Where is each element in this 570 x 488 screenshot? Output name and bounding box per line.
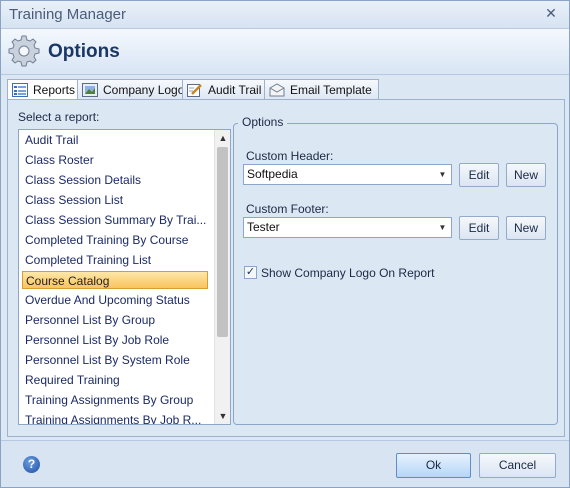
reports-panel: Select a report: Audit Trail Class Roste…: [7, 99, 565, 437]
list-item[interactable]: Training Assignments By Group: [22, 391, 208, 409]
tab-label: Company Logo: [103, 83, 185, 97]
custom-footer-value: Tester: [247, 220, 280, 234]
footer-new-button[interactable]: New: [506, 216, 546, 240]
list-item[interactable]: Personnel List By Job Role: [22, 331, 208, 349]
list-item[interactable]: Training Assignments By Job R...: [22, 411, 208, 424]
list-item[interactable]: Personnel List By Group: [22, 311, 208, 329]
dialog-header: Options: [1, 29, 569, 75]
custom-footer-combo[interactable]: Tester ▼: [243, 217, 452, 238]
options-dialog: Training Manager ✕ Options Reports Compa…: [0, 0, 570, 488]
gear-icon: [8, 35, 40, 67]
list-item[interactable]: Required Training: [22, 371, 208, 389]
tab-audit-trail[interactable]: Audit Trail: [182, 79, 269, 100]
tab-company-logo[interactable]: Company Logo: [77, 79, 192, 100]
pencil-note-icon: [187, 84, 202, 97]
scroll-down-icon[interactable]: ▼: [215, 408, 230, 424]
close-icon[interactable]: ✕: [543, 5, 559, 21]
list-item[interactable]: Overdue And Upcoming Status: [22, 291, 208, 309]
custom-header-label: Custom Header:: [246, 149, 334, 163]
report-list[interactable]: Audit Trail Class Roster Class Session D…: [18, 129, 231, 425]
chevron-down-icon[interactable]: ▼: [434, 165, 451, 184]
tab-reports[interactable]: Reports: [7, 79, 83, 101]
dialog-footer: ? Ok Cancel: [1, 440, 569, 487]
image-icon: [82, 83, 98, 97]
tab-strip: Reports Company Logo Audit Trail Email T…: [7, 79, 567, 101]
tab-email-template[interactable]: Email Template: [264, 79, 379, 100]
list-item-selected[interactable]: Course Catalog: [22, 271, 208, 289]
ok-button[interactable]: Ok: [396, 453, 471, 478]
scroll-up-icon[interactable]: ▲: [215, 130, 230, 146]
options-group-title: Options: [238, 115, 288, 129]
tab-label: Email Template: [290, 83, 372, 97]
window-title: Training Manager: [9, 6, 127, 23]
list-item[interactable]: Class Roster: [22, 151, 208, 169]
list-item[interactable]: Completed Training By Course: [22, 231, 208, 249]
list-item[interactable]: Class Session Details: [22, 171, 208, 189]
help-icon[interactable]: ?: [23, 456, 40, 473]
footer-edit-button[interactable]: Edit: [459, 216, 499, 240]
scrollbar-thumb[interactable]: [217, 147, 228, 337]
chevron-down-icon[interactable]: ▼: [434, 218, 451, 237]
list-item[interactable]: Class Session List: [22, 191, 208, 209]
header-edit-button[interactable]: Edit: [459, 163, 499, 187]
header-new-button[interactable]: New: [506, 163, 546, 187]
show-logo-checkbox[interactable]: ✓: [244, 266, 257, 279]
list-item[interactable]: Completed Training List: [22, 251, 208, 269]
custom-header-value: Softpedia: [247, 167, 298, 181]
cancel-button[interactable]: Cancel: [479, 453, 556, 478]
report-list-icon: [12, 83, 28, 97]
list-item[interactable]: Audit Trail: [22, 131, 208, 149]
tab-label: Audit Trail: [208, 83, 262, 97]
custom-footer-label: Custom Footer:: [246, 202, 329, 216]
select-report-label: Select a report:: [18, 110, 100, 124]
envelope-icon: [269, 83, 285, 97]
title-bar: Training Manager ✕: [1, 1, 569, 29]
list-item[interactable]: Class Session Summary By Trai...: [22, 211, 208, 229]
list-scrollbar[interactable]: ▲ ▼: [214, 130, 230, 424]
show-logo-label: Show Company Logo On Report: [261, 266, 435, 280]
tab-label: Reports: [33, 83, 76, 97]
custom-header-combo[interactable]: Softpedia ▼: [243, 164, 452, 185]
list-item[interactable]: Personnel List By System Role: [22, 351, 208, 369]
page-title: Options: [48, 41, 120, 62]
